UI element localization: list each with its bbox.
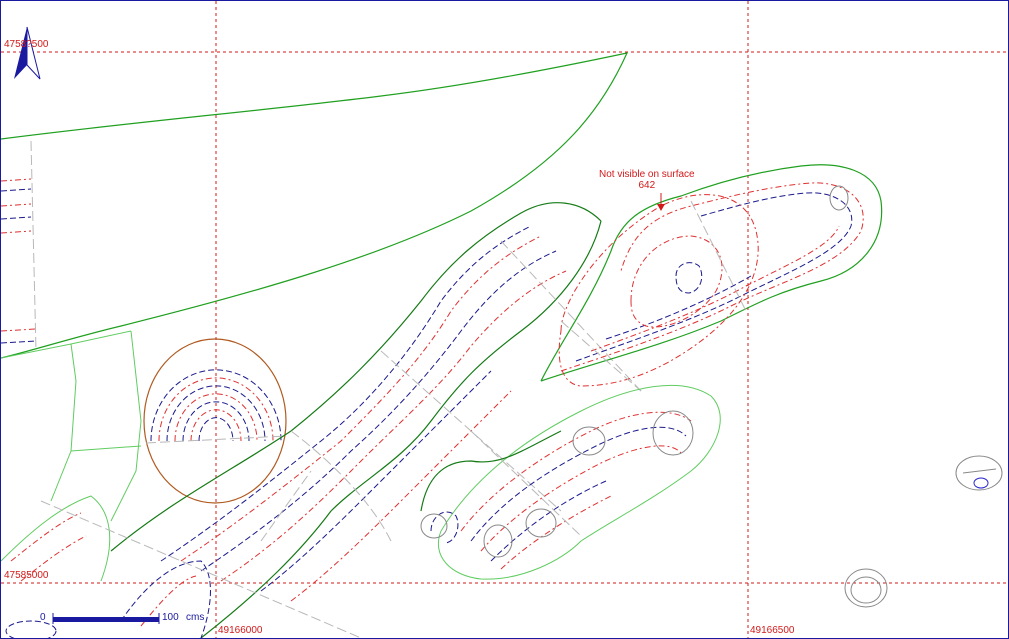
scale-bar-unit: cms [186, 612, 205, 623]
field-boundary [1, 52, 629, 522]
annotation-label: Not visible on surface 642 [599, 169, 695, 191]
grid-lines [1, 1, 1008, 638]
scale-bar [52, 613, 160, 624]
map-canvas[interactable] [1, 1, 1008, 638]
grid-label-y-top: 4758?500 [4, 39, 49, 50]
grid-label-y-bottom: 47585000 [4, 570, 49, 581]
isolated-stones [844, 455, 1003, 608]
annotation-text: Not visible on surface [599, 169, 695, 180]
grid-label-x-right: 49166500 [750, 625, 795, 636]
scale-bar-start-label: 0 [40, 612, 46, 623]
lower-ridge [420, 384, 721, 580]
grid-label-x-left: 49166000 [218, 625, 263, 636]
north-arrow-icon [14, 26, 41, 80]
bottom-left-features [1, 495, 362, 638]
map-frame: 4758?500 47585000 49166000 49166500 Not … [0, 0, 1009, 639]
upper-ridge [540, 164, 883, 392]
annotation-number: 642 [638, 180, 656, 191]
left-edge-contours [1, 140, 37, 352]
annotation-arrow [657, 193, 665, 211]
scale-bar-end-label: 100 [162, 612, 179, 623]
diagonal-ridge [110, 202, 642, 638]
